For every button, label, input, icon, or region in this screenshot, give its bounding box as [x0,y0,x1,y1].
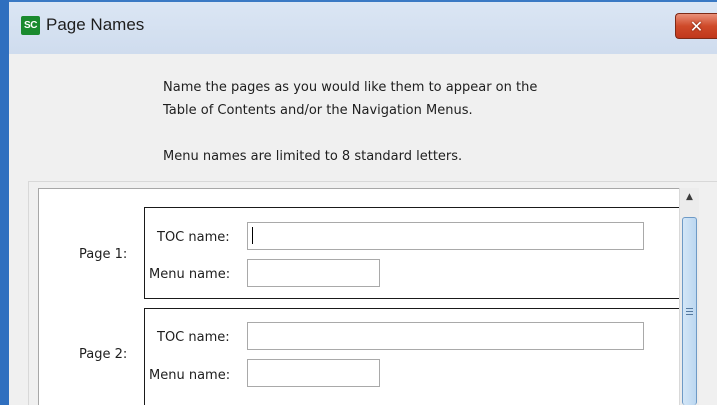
page-2-toc-label: TOC name: [157,330,230,345]
app-icon-text: SC [24,20,37,31]
page-2-menu-input[interactable] [247,359,380,387]
page-1-menu-label: Menu name: [149,267,231,282]
page-1-toc-input[interactable] [247,222,644,250]
grip-icon [686,308,693,315]
instruction-line-3: Menu names are limited to 8 standard let… [163,149,463,164]
scrollbar-thumb[interactable] [682,217,697,405]
vertical-scrollbar[interactable]: ▲ [679,188,699,405]
text-caret [252,227,253,244]
page-2-menu-label: Menu name: [149,368,231,383]
page-2-toc-input[interactable] [247,322,644,350]
page-1-menu-input[interactable] [247,259,380,287]
page-2-group: TOC name: Menu name: [144,308,681,405]
page-1-label: Page 1: [79,247,128,262]
close-icon: ✕ [689,16,704,36]
page-1-toc-label: TOC name: [157,230,230,245]
close-button[interactable]: ✕ [675,13,717,39]
instruction-line-1: Name the pages as you would like them to… [163,80,538,95]
app-icon: SC [21,16,40,35]
instruction-line-2: Table of Contents and/or the Navigation … [163,103,473,118]
page-1-group: TOC name: Menu name: [144,207,681,299]
window-title: Page Names [46,15,145,34]
page-2-label: Page 2: [79,347,128,362]
scroll-up-arrow-icon[interactable]: ▲ [680,188,699,206]
window-frame-left [0,0,9,405]
